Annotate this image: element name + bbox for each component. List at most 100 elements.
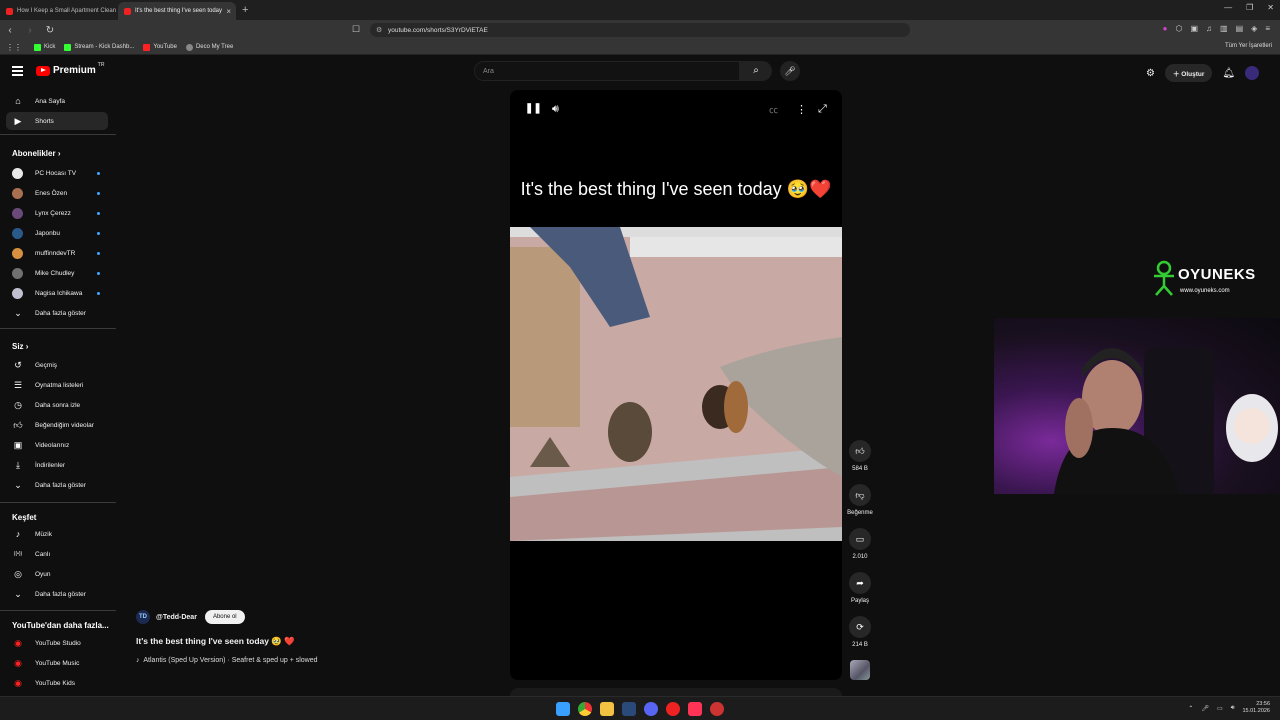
sidebar-item-download[interactable]: ⤓ İndirilenler (6, 456, 108, 474)
folder-icon[interactable] (600, 702, 614, 716)
dislike-button[interactable]: 👎︎ Beğenme (846, 484, 874, 516)
audio-thumbnail[interactable] (850, 660, 870, 680)
media-icon[interactable]: ♫ (1206, 24, 1212, 33)
sidebar-item-music[interactable]: ♪ Müzik (6, 525, 108, 543)
bookmark-icon[interactable]: ☐ (352, 24, 360, 35)
subscriptions-heading[interactable]: Abonelikler › (12, 149, 60, 158)
mic-tray-icon[interactable]: 🎤︎ (1201, 705, 1209, 712)
youtube-logo[interactable]: Premium TR (36, 62, 104, 76)
sidebar-item-label: Daha sonra izle (35, 401, 81, 409)
chrome-icon[interactable] (578, 702, 592, 716)
section-title: Keşfet (12, 513, 37, 522)
sidebar-item-game[interactable]: ◎ Oyun (6, 565, 108, 583)
sidebar-item-like[interactable]: 👍︎ Beğendiğim videolar (6, 416, 108, 434)
sidebar-item-chevron-down[interactable]: ⌄ Daha fazla göster (6, 585, 108, 603)
vpn-icon[interactable]: ◈ (1251, 24, 1257, 33)
sidebar-item-live[interactable]: ((•)) Canlı (6, 545, 108, 563)
volume-icon[interactable]: 🔊︎ (552, 103, 559, 116)
bell-icon[interactable]: 🔔︎ (1222, 68, 1235, 79)
menu-icon[interactable]: ≡ (1265, 24, 1270, 33)
forward-icon[interactable]: › (20, 25, 40, 36)
url-field[interactable]: ⚙ youtube.com/shorts/S3YrDViETAE (370, 23, 910, 37)
sidebar-icon[interactable]: ▥ (1220, 24, 1228, 33)
extension-icon[interactable]: ⬡ (1176, 24, 1183, 33)
extension-icon[interactable]: ▣ (1190, 24, 1198, 33)
sidebar-item-youtube-app[interactable]: ◉ YouTube Kids (6, 674, 108, 692)
comment-count: 2.010 (852, 554, 868, 560)
sidebar-item-label: Oynatma listeleri (35, 381, 84, 389)
voice-search-button[interactable]: 🎤︎ (780, 61, 800, 81)
sidebar: ⌂ Ana Sayfa ▶ Shorts Abonelikler › PC Hocası … (0, 88, 116, 696)
brave-icon[interactable] (688, 702, 702, 716)
settings-icon[interactable]: ⚙ (1146, 68, 1155, 79)
comments-button[interactable]: ▭ 2.010 (846, 528, 874, 560)
back-icon[interactable]: ‹ (0, 25, 20, 36)
channel-avatar[interactable]: TD (136, 610, 150, 624)
all-bookmarks[interactable]: Tüm Yer İşaretleri (1225, 43, 1272, 49)
opera-icon[interactable] (666, 702, 680, 716)
network-icon[interactable]: ▭ (1217, 705, 1223, 712)
sidebar-item-subscription[interactable]: Enes Özen (6, 184, 108, 202)
music-row[interactable]: ♪ Atlantis (Sped Up Version) · Seafret &… (136, 657, 318, 664)
next-short-peek[interactable] (510, 688, 842, 696)
you-heading[interactable]: Siz › (12, 342, 28, 351)
avatar[interactable] (1245, 66, 1260, 80)
browser-tab-active[interactable]: It's the best thing I've seen today × (118, 2, 236, 20)
browser-tab[interactable]: How I Keep a Small Apartment Clean (0, 2, 118, 20)
more-vertical-icon[interactable]: ⋮ (796, 103, 807, 116)
clock[interactable]: 23:56 15.01.2026 (1242, 701, 1270, 715)
wallet-icon[interactable]: ▤ (1236, 24, 1244, 33)
sidebar-item-subscription[interactable]: PC Hocası TV (6, 164, 108, 182)
new-content-dot (97, 231, 100, 235)
bookmark-kick[interactable]: Kick (34, 43, 55, 51)
close-tab-icon[interactable]: × (226, 7, 231, 16)
sidebar-item-history[interactable]: ↺ Geçmiş (6, 356, 108, 374)
start-icon[interactable] (556, 702, 570, 716)
like-button[interactable]: 👍︎ 584 B (846, 440, 874, 472)
sidebar-show-more[interactable]: ⌄ Daha fazla göster (6, 304, 108, 322)
close-window-icon[interactable]: ✕ (1267, 3, 1274, 12)
steam-icon[interactable] (622, 702, 636, 716)
sidebar-item-video[interactable]: ▣ Videolarınız (6, 436, 108, 454)
bookmark-youtube[interactable]: YouTube (143, 43, 177, 51)
discord-icon[interactable] (644, 702, 658, 716)
bookmark-deco[interactable]: Deco My Tree (185, 43, 233, 51)
sidebar-item-youtube-app[interactable]: ◉ YouTube Music (6, 654, 108, 672)
new-tab-icon[interactable]: + (242, 4, 248, 16)
tray-chevron-icon[interactable]: ⌃ (1188, 705, 1193, 712)
bookmark-stream[interactable]: Stream - Kick Dashb... (64, 43, 134, 51)
fullscreen-icon[interactable]: ⤢ (818, 103, 827, 116)
share-button[interactable]: ➦ Paylaş (846, 572, 874, 604)
sidebar-item-subscription[interactable]: Japonbu (6, 224, 108, 242)
video-frame (510, 227, 842, 541)
sidebar-item-youtube-app[interactable]: ◉ YouTube Studio (6, 634, 108, 652)
sidebar-item-subscription[interactable]: muffinndevTR (6, 244, 108, 262)
speaker-icon[interactable]: 🔊︎ (1231, 705, 1235, 712)
search-button[interactable]: ⌕ (740, 61, 772, 81)
sidebar-item-subscription[interactable]: Lynx Çerezz (6, 204, 108, 222)
sidebar-item-home[interactable]: ⌂ Ana Sayfa (6, 92, 108, 110)
menu-icon[interactable] (12, 66, 23, 78)
video-caption: It's the best thing I've seen today 🥹❤️ (520, 179, 832, 199)
pause-icon[interactable]: ❚❚ (525, 103, 542, 114)
sidebar-item-clock[interactable]: ◷ Daha sonra izle (6, 396, 108, 414)
sidebar-item-playlist[interactable]: ☰ Oynatma listeleri (6, 376, 108, 394)
site-info-icon[interactable]: ⚙ (376, 26, 382, 34)
create-button[interactable]: ＋ Oluştur (1164, 64, 1213, 82)
shorts-player[interactable]: ❚❚ 🔊︎ ㏄ ⋮ ⤢ It's the best thing I've see… (510, 90, 842, 680)
search-input[interactable]: Ara (474, 61, 740, 81)
channel-name[interactable]: @Tedd-Dear (156, 614, 197, 621)
extension-icon[interactable]: ● (1163, 24, 1168, 33)
sidebar-item-subscription[interactable]: Mike Chudley (6, 264, 108, 282)
captions-icon[interactable]: ㏄ (769, 103, 778, 116)
minimize-icon[interactable]: — (1224, 3, 1232, 12)
apps-icon[interactable]: ⋮⋮ (6, 43, 22, 52)
maximize-icon[interactable]: ❐ (1246, 3, 1253, 12)
sidebar-item-shorts[interactable]: ▶ Shorts (6, 112, 108, 130)
sidebar-item-chevron-down[interactable]: ⌄ Daha fazla göster (6, 476, 108, 494)
sidebar-item-subscription[interactable]: Nagisa Ichikawa (6, 284, 108, 302)
settings-app-icon[interactable] (710, 702, 724, 716)
reload-icon[interactable]: ↻ (40, 25, 60, 36)
remix-button[interactable]: ⟳ 214 B (846, 616, 874, 648)
subscribe-button[interactable]: Abone ol (204, 610, 245, 624)
